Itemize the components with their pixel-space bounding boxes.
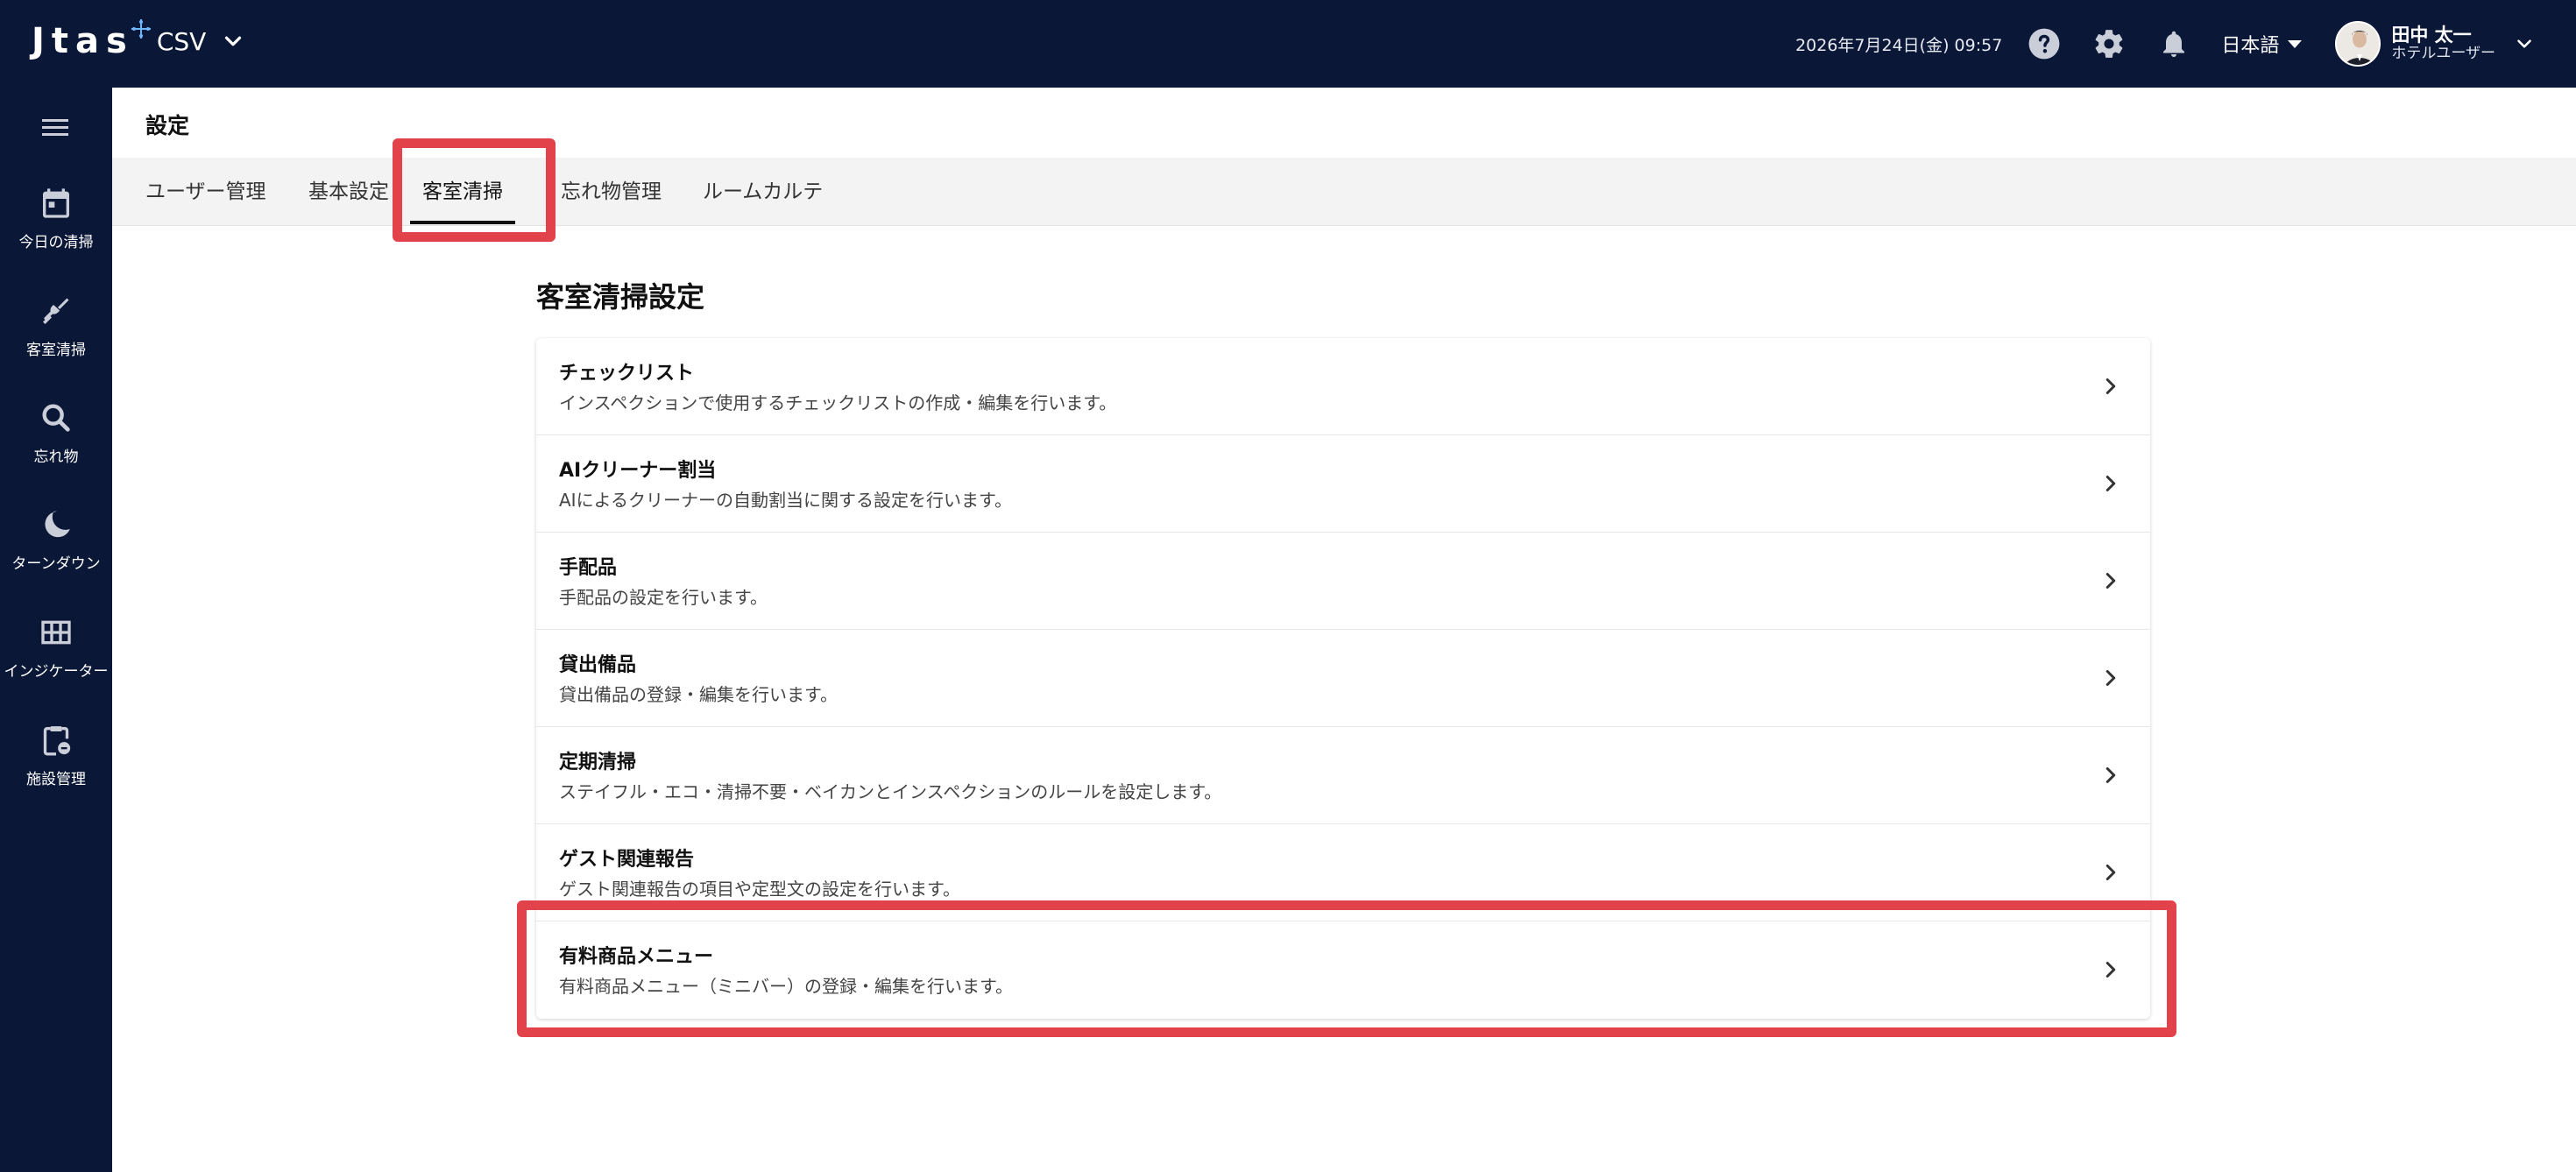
tab-lost-items[interactable]: 忘れ物管理: [561, 158, 662, 226]
row-description: AIによるクリーナーの自動割当に関する設定を行います。: [559, 490, 1012, 511]
sidebar-item-label: ターンダウン: [11, 555, 101, 573]
settings-row-ai-cleaner[interactable]: AIクリーナー割当 AIによるクリーナーの自動割当に関する設定を行います。: [536, 435, 2150, 533]
brand-logo[interactable]: Jtas: [32, 21, 134, 61]
bell-icon: [2163, 31, 2185, 57]
settings-row-guest-report[interactable]: ゲスト関連報告 ゲスト関連報告の項目や定型文の設定を行います。: [536, 824, 2150, 921]
help-icon: [2028, 28, 2060, 60]
tab-label: 忘れ物管理: [561, 180, 662, 203]
chevron-right-icon: [2105, 476, 2116, 491]
user-info[interactable]: 田中 太一 ホテルユーザー: [2391, 25, 2495, 63]
sidebar-item-label: 今日の清掃: [18, 234, 94, 251]
language-label: 日本語: [2221, 35, 2280, 57]
user-photo-icon: [2337, 23, 2380, 65]
row-title: 手配品: [559, 557, 618, 579]
settings-row-paid-menu[interactable]: 有料商品メニュー 有料商品メニュー（ミニバー）の登録・編集を行います。: [536, 921, 2150, 1019]
chevron-down-icon: [225, 36, 242, 46]
property-selector[interactable]: CSV: [157, 27, 246, 56]
sidebar: 今日の清掃 客室清掃 忘れ物 ターンダウン インジケーター 施設管理: [0, 88, 112, 1172]
grid-icon: [41, 620, 71, 645]
row-description: 手配品の設定を行います。: [559, 587, 768, 608]
user-role: ホテルユーザー: [2391, 45, 2495, 63]
property-selector-label: CSV: [156, 26, 207, 56]
settings-row-rental[interactable]: 貸出備品 貸出備品の登録・編集を行います。: [536, 630, 2150, 727]
chevron-right-icon: [2105, 670, 2116, 686]
active-tab-indicator: [410, 221, 515, 224]
user-name: 田中 太一: [2391, 25, 2472, 46]
sidebar-item-room-cleaning[interactable]: 客室清掃: [0, 293, 112, 359]
settings-tabs: ユーザー管理 基本設定 客室清掃 忘れ物管理 ルームカルテ: [112, 158, 2576, 226]
notifications-button[interactable]: [2156, 26, 2191, 61]
page-title: 設定: [145, 113, 190, 138]
menu-icon[interactable]: [40, 116, 72, 140]
top-bar-right: 2026年7月24日(金) 09:57 日本語 田中 太一 ホテルユーザー: [1795, 19, 2536, 68]
brand-sparkle-icon: [131, 19, 151, 39]
chevron-right-icon: [2105, 767, 2116, 783]
row-description: 貸出備品の登録・編集を行います。: [559, 684, 838, 705]
current-datetime: 2026年7月24日(金) 09:57: [1795, 35, 2003, 55]
page-header: 設定: [112, 88, 2576, 158]
search-icon: [42, 404, 70, 432]
chevron-right-icon: [2105, 378, 2116, 394]
calendar-icon: [43, 188, 69, 218]
row-description: ゲスト関連報告の項目や定型文の設定を行います。: [559, 879, 960, 900]
tab-label: 基本設定: [308, 180, 389, 203]
tab-basic-settings[interactable]: 基本設定: [308, 158, 389, 226]
row-description: 有料商品メニュー（ミニバー）の登録・編集を行います。: [559, 976, 1013, 997]
tab-user-management[interactable]: ユーザー管理: [145, 158, 266, 226]
caret-down-icon: [2288, 39, 2303, 48]
section-title: 客室清掃設定: [536, 280, 705, 314]
row-title: 有料商品メニュー: [559, 946, 714, 968]
row-title: 定期清掃: [559, 752, 637, 773]
tab-label: ユーザー管理: [145, 180, 266, 203]
chevron-down-icon[interactable]: [2513, 32, 2536, 55]
chevron-right-icon: [2105, 865, 2116, 880]
sidebar-item-label: 忘れ物: [33, 448, 79, 466]
row-description: ステイフル・エコ・清掃不要・ベイカンとインスペクションのルールを設定します。: [559, 781, 1222, 802]
tab-label: 客室清掃: [422, 180, 503, 203]
sidebar-item-facility[interactable]: 施設管理: [0, 723, 112, 788]
tab-room-cleaning[interactable]: 客室清掃: [410, 158, 515, 226]
sidebar-item-label: インジケーター: [4, 663, 109, 681]
language-selector[interactable]: 日本語: [2221, 30, 2303, 58]
row-title: チェックリスト: [559, 363, 695, 385]
settings-button[interactable]: [2091, 26, 2127, 61]
sidebar-item-indicator[interactable]: インジケーター: [0, 615, 112, 681]
settings-row-checklist[interactable]: チェックリスト インスペクションで使用するチェックリストの作成・編集を行います。: [536, 338, 2150, 435]
clipboard-icon: [43, 726, 71, 756]
settings-list: チェックリスト インスペクションで使用するチェックリストの作成・編集を行います。…: [536, 338, 2150, 1019]
avatar[interactable]: [2335, 21, 2381, 67]
row-title: ゲスト関連報告: [559, 849, 695, 871]
moon-icon: [45, 511, 70, 538]
tab-room-karte[interactable]: ルームカルテ: [703, 158, 823, 226]
settings-row-periodic-cleaning[interactable]: 定期清掃 ステイフル・エコ・清掃不要・ベイカンとインスペクションのルールを設定し…: [536, 727, 2150, 824]
tab-label: ルームカルテ: [703, 180, 824, 203]
sidebar-item-turndown[interactable]: ターンダウン: [0, 507, 112, 573]
settings-row-arrangement[interactable]: 手配品 手配品の設定を行います。: [536, 533, 2150, 630]
sidebar-item-label: 客室清掃: [26, 342, 86, 359]
gear-icon: [2095, 30, 2123, 58]
broom-icon: [43, 298, 69, 324]
top-bar: Jtas CSV 2026年7月24日(金) 09:57 日本語 田中 太一 ホ…: [0, 0, 2576, 88]
help-button[interactable]: [2027, 26, 2062, 61]
chevron-right-icon: [2105, 962, 2116, 978]
row-description: インスペクションで使用するチェックリストの作成・編集を行います。: [559, 392, 1117, 413]
brand: Jtas CSV: [32, 19, 246, 61]
sidebar-item-today-cleaning[interactable]: 今日の清掃: [0, 186, 112, 251]
chevron-right-icon: [2105, 573, 2116, 589]
row-title: AIクリーナー割当: [559, 460, 717, 482]
row-title: 貸出備品: [559, 654, 637, 676]
sidebar-item-lost-items[interactable]: 忘れ物: [0, 400, 112, 466]
sidebar-item-label: 施設管理: [26, 771, 86, 788]
